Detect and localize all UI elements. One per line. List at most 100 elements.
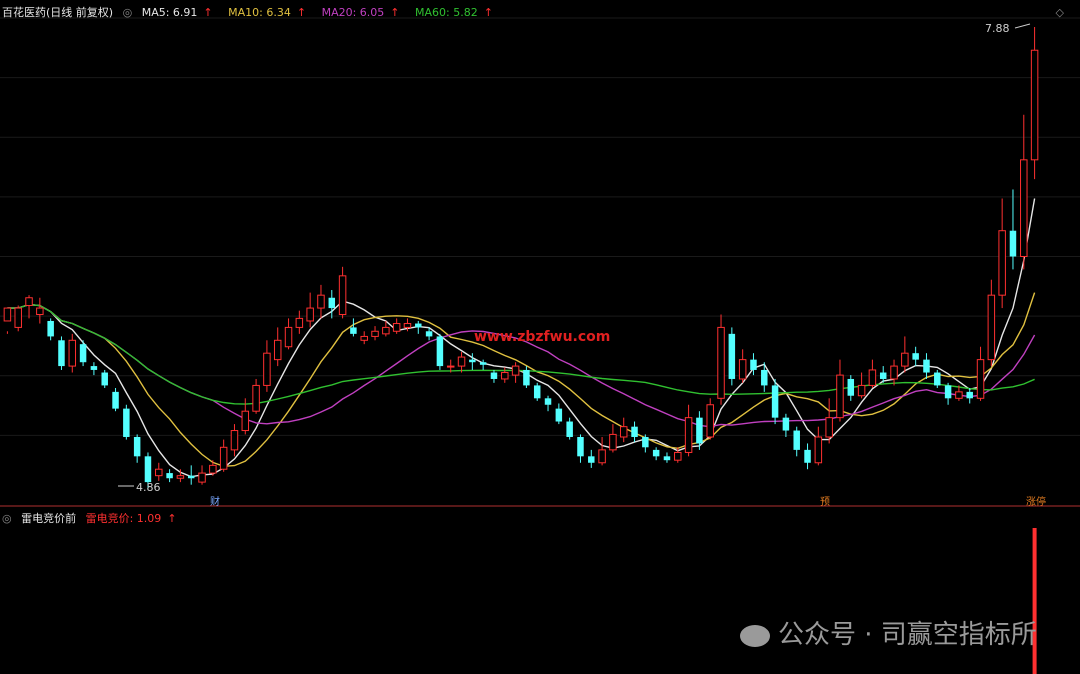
candle: [58, 336, 65, 370]
watermark: www.zbzfwu.com: [474, 329, 611, 345]
candle-body: [79, 344, 87, 363]
candle-body: [771, 385, 779, 418]
candle: [501, 367, 509, 383]
expand-icon[interactable]: ◇: [1056, 6, 1064, 19]
candle-body: [868, 369, 877, 386]
footer-text: 公众号 · 司赢空指标所: [778, 620, 1037, 650]
candle-body: [68, 339, 77, 367]
candle: [155, 462, 163, 481]
candle-body: [684, 417, 693, 453]
candle-body: [338, 275, 347, 316]
marker-yu: 预: [820, 497, 830, 508]
candle-body: [166, 473, 173, 479]
candle: [868, 359, 877, 388]
candle-body: [901, 352, 909, 367]
candle-body: [295, 317, 304, 328]
candle: [490, 369, 498, 383]
candle-body: [25, 297, 33, 306]
subpanel-settings-icon[interactable]: ◎: [2, 512, 12, 525]
stock-title: 百花医药(日线 前复权): [2, 6, 114, 19]
candle-body: [392, 323, 401, 332]
candle: [328, 290, 336, 319]
candle: [934, 369, 941, 388]
candle-body: [403, 323, 412, 328]
candle-body: [836, 374, 844, 419]
candle-body: [555, 408, 563, 422]
candle-body: [263, 352, 271, 386]
candle: [273, 327, 282, 367]
candle: [230, 424, 239, 457]
candle-body: [469, 359, 476, 363]
chart-header: 百花医药(日线 前复权) ◎ MA5: 6.91 ↑ MA10: 6.34 ↑ MA…: [2, 4, 505, 20]
candle: [901, 336, 909, 373]
candle: [392, 318, 401, 334]
marker-cai: 财: [210, 497, 220, 508]
candle: [284, 318, 293, 350]
candle: [101, 369, 108, 388]
candle: [857, 372, 866, 399]
candle-body: [371, 330, 379, 337]
candle: [976, 346, 985, 401]
candle: [793, 426, 800, 457]
candle: [944, 382, 952, 405]
candle: [533, 382, 541, 401]
candlestick-series: [3, 27, 1039, 489]
candle-body: [436, 336, 444, 367]
candle-body: [750, 359, 757, 370]
candle-body: [825, 417, 833, 438]
candle-body: [490, 372, 498, 379]
candle-body: [619, 426, 628, 438]
candle-body: [219, 446, 228, 470]
candle: [631, 421, 638, 443]
candle: [761, 362, 768, 392]
ma60-indicator: MA60: 5.82 ↑: [415, 6, 499, 19]
candle: [415, 320, 422, 334]
candle-body: [717, 326, 725, 399]
candle-body: [3, 307, 12, 322]
candle: [814, 426, 823, 466]
candle: [457, 351, 466, 373]
ma10-indicator: MA10: 6.34 ↑: [228, 6, 312, 19]
subpanel-title: 雷电竞价前: [21, 512, 77, 525]
candle-body: [47, 320, 54, 337]
sub-indicator-bars: [1032, 528, 1037, 674]
candle-body: [187, 475, 195, 479]
settings-icon[interactable]: ◎: [123, 6, 133, 19]
candle-body: [1009, 230, 1017, 257]
candle-body: [544, 398, 552, 405]
candle: [350, 318, 357, 337]
candle: [219, 439, 228, 472]
candle: [619, 417, 628, 443]
subpanel-up-arrow: ↑: [167, 512, 177, 525]
candle: [836, 359, 844, 422]
marker-zhangting: 涨停: [1026, 497, 1046, 508]
ma20-indicator: MA20: 6.05 ↑: [322, 6, 406, 19]
candle: [112, 387, 119, 412]
candle: [609, 424, 617, 453]
candle-body: [14, 307, 22, 328]
candle: [166, 469, 173, 483]
sub-indicator-bar: [1032, 528, 1037, 674]
candle: [847, 375, 855, 401]
candle: [479, 359, 487, 370]
candle: [717, 314, 725, 405]
candle: [890, 359, 898, 386]
candle-body: [112, 391, 119, 409]
ma60-line: [7, 303, 1035, 405]
candle-body: [923, 359, 930, 373]
candle-body: [782, 417, 790, 431]
candle-body: [652, 449, 660, 457]
candle-body: [446, 365, 455, 368]
candle-body: [101, 372, 108, 386]
candle-body: [588, 456, 595, 463]
candle: [588, 449, 595, 468]
candle: [36, 297, 44, 324]
ma10-up-arrow: ↑: [296, 6, 307, 19]
candle: [79, 340, 87, 367]
candle: [436, 333, 444, 370]
candle: [566, 417, 573, 440]
candle-body: [814, 436, 823, 464]
ma10-line: [7, 292, 1036, 468]
candle: [198, 465, 206, 485]
candle-body: [176, 475, 185, 479]
